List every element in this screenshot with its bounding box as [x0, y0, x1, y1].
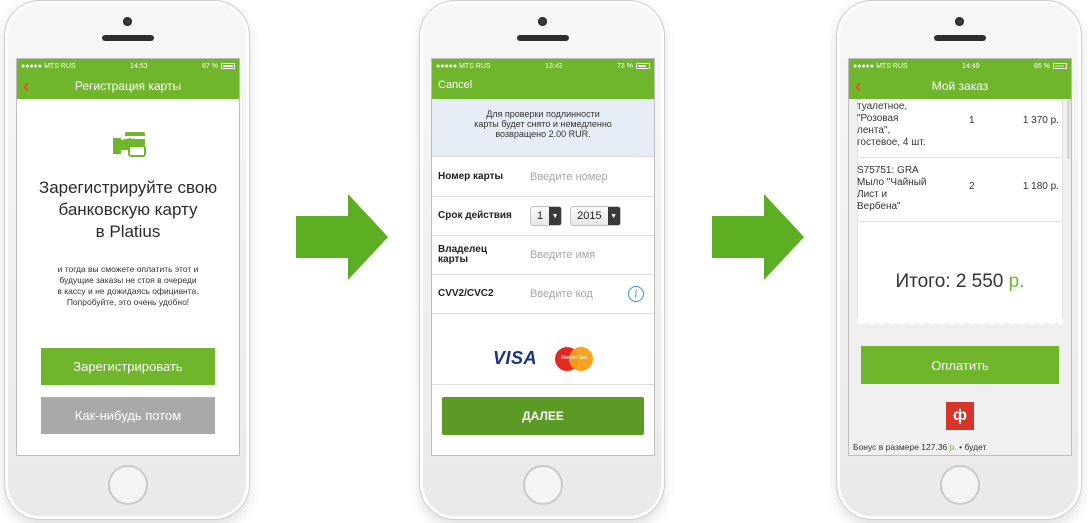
owner-row: Владелец карты Введите имя — [432, 236, 654, 275]
headline: Зарегистрируйте свою банковскую карту в … — [38, 178, 218, 241]
speaker — [517, 35, 569, 41]
item-price: 1 180 р. — [1022, 181, 1059, 192]
cvv-input[interactable]: Введите код — [530, 288, 593, 300]
carrier: ●●●●● MTS RUS — [21, 62, 76, 70]
card-number-input[interactable]: Введите номер — [530, 171, 608, 183]
clock: 14:49 — [962, 62, 980, 70]
battery-icon — [636, 63, 650, 69]
carrier: ●●●●● MTS RUS — [853, 62, 908, 70]
item-qty: 2 — [969, 181, 975, 192]
cvv-row: CVV2/CVC2 Введите код i — [432, 275, 654, 314]
info-icon[interactable]: i — [628, 286, 644, 302]
expiry-label: Срок действия — [438, 210, 512, 221]
screen: ●●●●● MTS RUS 14:49 86 % ‹ Мой заказ туа… — [848, 58, 1072, 456]
total-amount: Итого: 2 550 — [895, 271, 1004, 292]
dropdown-arrow-icon: ▼ — [549, 207, 562, 225]
order-total: Итого: 2 550 р. — [849, 271, 1071, 293]
page-title: Регистрация карты — [74, 79, 182, 93]
total-currency: р. — [1008, 271, 1025, 292]
phone-order: ●●●●● MTS RUS 14:49 86 % ‹ Мой заказ туа… — [836, 0, 1082, 520]
divider — [857, 221, 1063, 222]
expiry-month-select[interactable]: 1 ▼ — [530, 206, 563, 226]
visa-logo: VISA — [492, 348, 537, 368]
hand-card-icon — [113, 132, 146, 157]
item-price: 1 370 р. — [1022, 115, 1059, 126]
screen: ●●●●● MTS RUS 13:42 73 % Cancel Для пров… — [431, 58, 655, 456]
item-name: S75751: GRA Мыло "Чайный Лист и Вербена" — [857, 165, 927, 212]
page-title: Мой заказ — [931, 79, 989, 93]
expiry-year-select[interactable]: 2015 ▼ — [570, 206, 621, 226]
status-bar: ●●●●● MTS RUS 13:42 73 % — [432, 59, 654, 73]
status-bar: ●●●●● MTS RUS 14:53 87 % — [17, 59, 239, 73]
clock: 14:53 — [130, 62, 148, 70]
nav-bar: ‹ Мой заказ — [849, 73, 1071, 99]
speaker — [102, 35, 154, 41]
verification-notice: Для проверки подлинности карты будет сня… — [432, 99, 654, 157]
battery-icon — [1053, 63, 1067, 69]
status-right: 86 % — [1034, 63, 1067, 70]
register-button[interactable]: Зарегистрировать — [41, 348, 215, 385]
carrier: ●●●●● MTS RUS — [436, 62, 491, 70]
expiry-row: Срок действия 1 ▼ 2015 ▼ — [432, 197, 654, 236]
home-button[interactable] — [940, 465, 980, 505]
status-right: 73 % — [617, 63, 650, 70]
speaker — [934, 35, 986, 41]
cvv-label: CVV2/CVC2 — [438, 288, 494, 299]
battery-percent: 73 % — [617, 62, 633, 70]
order-item: туалетное, "Розовая лента", гостевое, 4 … — [857, 101, 1063, 149]
screen: ●●●●● MTS RUS 14:53 87 % ‹ Регистрация к… — [16, 58, 240, 456]
bonus-text: Бонус в размере 127.36 р. • будет — [853, 442, 987, 452]
owner-input[interactable]: Введите имя — [530, 249, 595, 261]
camera — [538, 17, 547, 26]
mastercard-logo: MasterCard — [555, 346, 593, 371]
back-chevron-icon[interactable]: ‹ — [23, 75, 29, 97]
card-number-label: Номер карты — [438, 171, 504, 182]
restaurant-logo: ф — [946, 402, 974, 430]
item-name: туалетное, "Розовая лента", гостевое, 4 … — [857, 101, 926, 148]
back-chevron-icon[interactable]: ‹ — [855, 75, 861, 97]
pay-button[interactable]: Оплатить — [861, 346, 1059, 384]
camera — [123, 17, 132, 26]
battery-percent: 86 % — [1034, 62, 1050, 70]
next-button[interactable]: ДАЛЕЕ — [442, 397, 644, 435]
card-number-row: Номер карты Введите номер — [432, 158, 654, 197]
home-button[interactable] — [108, 465, 148, 505]
camera — [955, 17, 964, 26]
battery-percent: 87 % — [202, 62, 218, 70]
battery-icon — [221, 63, 235, 69]
divider — [857, 157, 1063, 158]
order-item: S75751: GRA Мыло "Чайный Лист и Вербена"… — [857, 165, 1063, 213]
scrollbar[interactable] — [1067, 99, 1070, 159]
later-button[interactable]: Как-нибудь потом — [41, 397, 215, 434]
description: и тогда вы сможете оплатить этот и будущ… — [57, 264, 199, 307]
phone-registration: ●●●●● MTS RUS 14:53 87 % ‹ Регистрация к… — [4, 0, 250, 520]
item-qty: 1 — [969, 115, 975, 126]
status-bar: ●●●●● MTS RUS 14:49 86 % — [849, 59, 1071, 73]
owner-label: Владелец карты — [438, 244, 487, 265]
stage: ●●●●● MTS RUS 14:53 87 % ‹ Регистрация к… — [0, 0, 1088, 523]
receipt-edge — [857, 319, 1063, 327]
dropdown-arrow-icon: ▼ — [607, 207, 620, 225]
nav-bar: Cancel — [432, 73, 654, 99]
status-right: 87 % — [202, 63, 235, 70]
card-logos: VISA MasterCard — [432, 333, 654, 385]
phone-card-form: ●●●●● MTS RUS 13:42 73 % Cancel Для пров… — [419, 0, 665, 520]
arrow-right-icon — [296, 194, 388, 280]
nav-bar: ‹ Регистрация карты — [17, 73, 239, 99]
clock: 13:42 — [545, 62, 563, 70]
home-button[interactable] — [523, 465, 563, 505]
arrow-right-icon — [712, 194, 804, 280]
cancel-button[interactable]: Cancel — [438, 79, 472, 91]
